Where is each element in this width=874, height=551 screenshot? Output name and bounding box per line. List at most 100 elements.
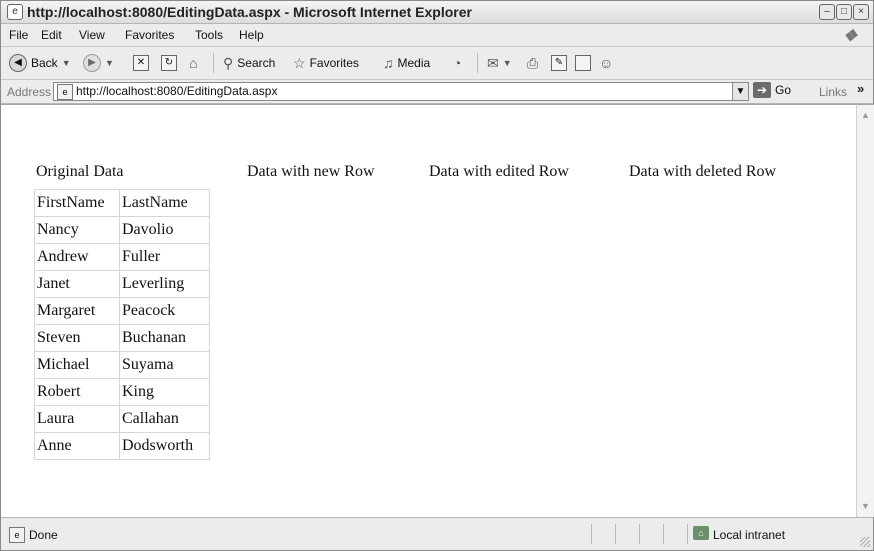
- table-row: Steven Buchanan: [34, 324, 210, 352]
- close-button[interactable]: ×: [853, 4, 869, 20]
- status-pane-divider: [591, 524, 592, 544]
- cell-lastname: Leverling: [119, 270, 210, 298]
- cell-lastname: Buchanan: [119, 324, 210, 352]
- stop-icon: ✕: [133, 55, 149, 71]
- heading-deleted-row: Data with deleted Row: [629, 163, 777, 180]
- cell-firstname: Anne: [34, 432, 120, 460]
- menu-file[interactable]: File: [9, 28, 28, 42]
- forward-arrow-icon: ▶: [83, 54, 101, 72]
- discuss-icon: [575, 55, 591, 71]
- table-row: Margaret Peacock: [34, 297, 210, 325]
- heading-original-data: Original Data: [36, 163, 124, 180]
- history-icon: ◔: [453, 55, 462, 71]
- window-controls: – □ ×: [819, 4, 869, 20]
- links-chevron-icon[interactable]: »: [857, 81, 864, 96]
- cell-lastname: Fuller: [119, 243, 210, 271]
- history-button[interactable]: ◔: [453, 54, 461, 72]
- cell-firstname: Laura: [34, 405, 120, 433]
- scroll-up-icon[interactable]: ▲: [859, 109, 872, 122]
- table-row: Janet Leverling: [34, 270, 210, 298]
- discuss-button[interactable]: [575, 54, 591, 72]
- back-arrow-icon: ◀: [9, 54, 27, 72]
- menu-edit[interactable]: Edit: [41, 28, 62, 42]
- forward-button[interactable]: ▶ ▼: [83, 54, 114, 72]
- cell-lastname: Suyama: [119, 351, 210, 379]
- page-done-icon: e: [9, 527, 25, 543]
- page-icon: e: [57, 84, 73, 100]
- status-bar: e Done ⌂ Local intranet: [1, 517, 873, 550]
- favorites-label: Favorites: [309, 56, 359, 70]
- messenger-button[interactable]: ☺: [599, 54, 613, 72]
- menu-view[interactable]: View: [79, 28, 105, 42]
- go-label: Go: [775, 83, 792, 97]
- address-bar: Address e http://localhost:8080/EditingD…: [1, 80, 873, 104]
- table-row: Robert King: [34, 378, 210, 406]
- page-content: Original Data Data with new Row Data wit…: [1, 104, 856, 517]
- mail-button[interactable]: ✉ ▼: [487, 54, 512, 72]
- go-arrow-icon: ➔: [753, 82, 771, 98]
- window-title: http://localhost:8080/EditingData.aspx -…: [27, 4, 472, 20]
- refresh-icon: ↻: [161, 55, 177, 71]
- media-icon: ♫: [383, 55, 394, 71]
- resize-grip-icon[interactable]: [860, 537, 870, 547]
- links-label[interactable]: Links: [819, 85, 847, 99]
- table-row: Nancy Davolio: [34, 216, 210, 244]
- minimize-button[interactable]: –: [819, 4, 835, 20]
- cell-lastname: Callahan: [119, 405, 210, 433]
- back-button[interactable]: ◀ Back ▼: [9, 54, 71, 72]
- security-zone-label: Local intranet: [713, 528, 786, 542]
- menu-tools[interactable]: Tools: [195, 28, 223, 42]
- search-label: Search: [237, 56, 276, 70]
- edit-button[interactable]: ✎: [551, 54, 567, 72]
- address-input[interactable]: e http://localhost:8080/EditingData.aspx…: [53, 82, 749, 101]
- go-button[interactable]: ➔ Go: [753, 82, 791, 98]
- star-icon: ☆: [293, 55, 306, 71]
- browser-window: e http://localhost:8080/EditingData.aspx…: [0, 0, 874, 551]
- menu-bar: File Edit View Favorites Tools Help ❖: [1, 24, 873, 47]
- media-label: Media: [397, 56, 431, 70]
- back-dropdown-icon[interactable]: ▼: [62, 55, 71, 71]
- standard-toolbar: ◀ Back ▼ ▶ ▼ ✕ ↻ ⌂ ⚲ Search ☆ Favorites …: [1, 47, 873, 80]
- mail-icon: ✉: [487, 55, 499, 71]
- address-url[interactable]: http://localhost:8080/EditingData.aspx: [76, 84, 277, 98]
- vertical-scrollbar[interactable]: ▲ ▼: [856, 104, 874, 517]
- cell-lastname: King: [119, 378, 210, 406]
- cell-firstname: Andrew: [34, 243, 120, 271]
- cell-firstname: Nancy: [34, 216, 120, 244]
- search-button[interactable]: ⚲ Search: [223, 54, 275, 72]
- maximize-button[interactable]: □: [836, 4, 852, 20]
- table-header-row: FirstName LastName: [34, 189, 210, 217]
- cell-lastname: Peacock: [119, 297, 210, 325]
- search-icon: ⚲: [223, 55, 234, 71]
- home-button[interactable]: ⌂: [189, 54, 197, 72]
- chevron-down-icon[interactable]: ▼: [732, 83, 748, 100]
- forward-dropdown-icon[interactable]: ▼: [105, 55, 114, 71]
- status-pane-divider: [687, 524, 688, 544]
- cell-firstname: Margaret: [34, 297, 120, 325]
- back-label: Back: [31, 56, 58, 70]
- address-label: Address: [7, 85, 52, 99]
- mail-dropdown-icon: ▼: [502, 58, 512, 68]
- ie-page-icon[interactable]: e: [7, 4, 23, 20]
- heading-new-row: Data with new Row: [247, 163, 375, 180]
- toolbar-separator: [213, 53, 214, 73]
- menu-help[interactable]: Help: [239, 28, 264, 42]
- refresh-button[interactable]: ↻: [161, 54, 177, 72]
- column-header-lastname: LastName: [119, 189, 210, 217]
- menu-favorites[interactable]: Favorites: [125, 28, 174, 42]
- cell-firstname: Steven: [34, 324, 120, 352]
- media-button[interactable]: ♫ Media: [383, 54, 430, 72]
- edit-icon: ✎: [551, 55, 567, 71]
- status-text: Done: [29, 528, 58, 542]
- messenger-icon: ☺: [599, 55, 614, 71]
- print-button[interactable]: ⎙: [527, 54, 538, 72]
- cell-firstname: Janet: [34, 270, 120, 298]
- home-icon: ⌂: [189, 55, 198, 71]
- table-row: Andrew Fuller: [34, 243, 210, 271]
- stop-button[interactable]: ✕: [133, 54, 149, 72]
- favorites-button[interactable]: ☆ Favorites: [293, 54, 359, 72]
- scroll-down-icon[interactable]: ▼: [859, 500, 872, 513]
- table-row: Laura Callahan: [34, 405, 210, 433]
- cell-lastname: Davolio: [119, 216, 210, 244]
- column-header-firstname: FirstName: [34, 189, 120, 217]
